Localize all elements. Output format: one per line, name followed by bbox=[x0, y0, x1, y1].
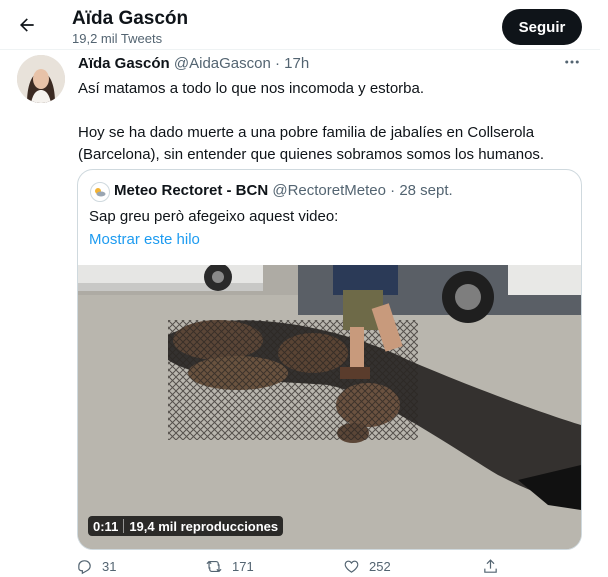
more-button[interactable] bbox=[562, 52, 582, 72]
tweet-text-line-1: Así matamos a todo lo que nos incomoda y… bbox=[78, 80, 425, 97]
video-thumbnail bbox=[78, 265, 581, 549]
reply-count: 31 bbox=[102, 559, 117, 574]
quoted-tweet[interactable]: Meteo Rectoret - BCN @RectoretMeteo · 28… bbox=[77, 169, 582, 550]
retweet-icon bbox=[206, 560, 222, 573]
tweet-count: 19,2 mil Tweets bbox=[72, 31, 163, 46]
tweet-text: Así matamos a todo lo que nos incomoda y… bbox=[78, 78, 578, 166]
author-handle[interactable]: @AidaGascon bbox=[174, 55, 271, 72]
like-count: 252 bbox=[369, 559, 391, 574]
quote-author-handle: @RectoretMeteo bbox=[272, 182, 386, 199]
video-stats-badge: 0:11 19,4 mil reproducciones bbox=[88, 516, 284, 536]
separator: · bbox=[275, 55, 280, 72]
profile-header: Aïda Gascón 19,2 mil Tweets Seguir bbox=[0, 0, 600, 50]
quote-text: Sap greu però afegeixo aquest video: bbox=[89, 208, 339, 225]
author-name[interactable]: Aïda Gascón bbox=[78, 55, 170, 72]
profile-title: Aïda Gascón bbox=[72, 8, 189, 29]
separator: · bbox=[390, 182, 396, 199]
video-views: 19,4 mil reproducciones bbox=[129, 518, 279, 534]
show-thread-link[interactable]: Mostrar este hilo bbox=[89, 231, 200, 248]
back-button[interactable] bbox=[14, 12, 40, 38]
heart-icon bbox=[344, 560, 359, 573]
quote-time: 28 sept. bbox=[399, 182, 453, 199]
arrow-left-icon bbox=[20, 18, 34, 32]
reply-icon bbox=[78, 560, 91, 575]
quote-avatar bbox=[90, 182, 110, 202]
follow-button[interactable]: Seguir bbox=[502, 9, 582, 45]
share-icon bbox=[484, 559, 497, 573]
share-button[interactable] bbox=[482, 558, 499, 575]
reply-button[interactable]: 31 bbox=[76, 558, 116, 575]
divider bbox=[123, 519, 125, 533]
quote-author-name: Meteo Rectoret - BCN bbox=[114, 182, 269, 199]
like-button[interactable]: 252 bbox=[343, 558, 391, 575]
avatar[interactable] bbox=[17, 55, 65, 103]
retweet-count: 171 bbox=[232, 559, 254, 574]
tweet-actions: 31 171 252 bbox=[70, 558, 530, 577]
video-duration: 0:11 bbox=[93, 518, 119, 534]
tweet-author: Aïda Gascón @AidaGascon · 17h bbox=[78, 55, 309, 72]
retweet-button[interactable]: 171 bbox=[205, 558, 254, 575]
tweet-text-line-2: Hoy se ha dado muerte a una pobre famili… bbox=[78, 124, 545, 163]
video-player[interactable]: 0:11 19,4 mil reproducciones bbox=[78, 265, 581, 549]
weather-logo-icon bbox=[95, 188, 106, 197]
quote-author: Meteo Rectoret - BCN @RectoretMeteo · 28… bbox=[114, 182, 453, 199]
tweet-time[interactable]: 17h bbox=[284, 55, 309, 72]
more-horizontal-icon bbox=[565, 60, 579, 64]
